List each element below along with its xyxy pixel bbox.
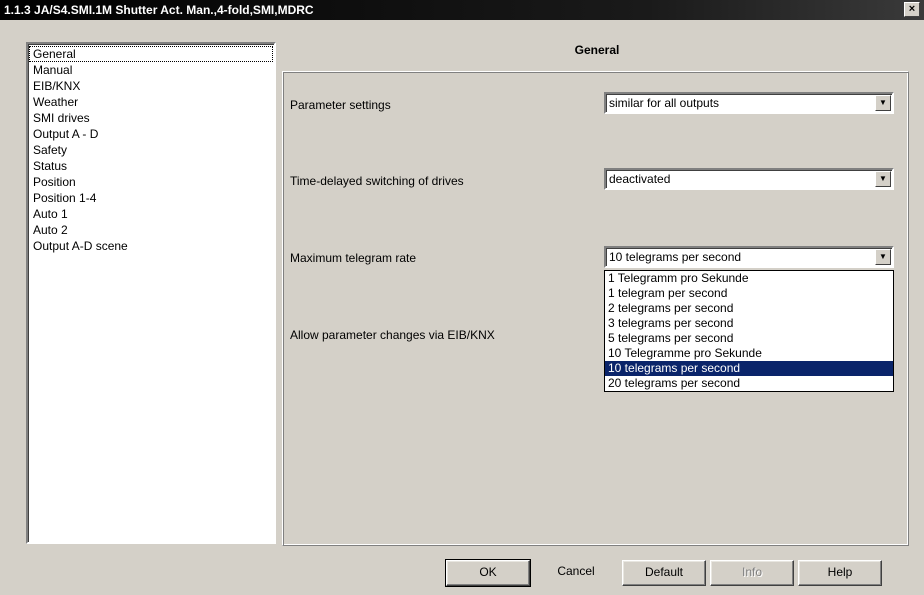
param-label-parameter-settings: Parameter settings bbox=[290, 98, 391, 112]
sidebar-list: General Manual EIB/KNX Weather SMI drive… bbox=[28, 44, 274, 254]
param-label-allow-parameter-changes: Allow parameter changes via EIB/KNX bbox=[290, 328, 495, 342]
param-label-time-delayed-switching: Time-delayed switching of drives bbox=[290, 174, 464, 188]
chevron-down-icon[interactable]: ▼ bbox=[875, 249, 891, 265]
dropdown-option[interactable]: 3 telegrams per second bbox=[605, 316, 893, 331]
sidebar-item-position-1-4[interactable]: Position 1-4 bbox=[28, 190, 274, 206]
window-title: 1.1.3 JA/S4.SMI.1M Shutter Act. Man.,4-f… bbox=[4, 3, 314, 17]
title-bar: 1.1.3 JA/S4.SMI.1M Shutter Act. Man.,4-f… bbox=[0, 0, 924, 20]
info-button[interactable]: Info bbox=[710, 560, 794, 586]
parameter-settings-value: similar for all outputs bbox=[609, 96, 720, 110]
sidebar: General Manual EIB/KNX Weather SMI drive… bbox=[26, 42, 276, 544]
sidebar-item-auto-1[interactable]: Auto 1 bbox=[28, 206, 274, 222]
help-button[interactable]: Help bbox=[798, 560, 882, 586]
param-label-max-telegram-rate: Maximum telegram rate bbox=[290, 251, 417, 265]
chevron-down-icon[interactable]: ▼ bbox=[875, 171, 891, 187]
sidebar-item-eib-knx[interactable]: EIB/KNX bbox=[28, 78, 274, 94]
dropdown-option[interactable]: 20 telegrams per second bbox=[605, 376, 893, 391]
cancel-button[interactable]: Cancel bbox=[534, 560, 618, 586]
time-delayed-switching-select[interactable]: deactivated ▼ bbox=[604, 168, 894, 190]
ok-button[interactable]: OK bbox=[445, 559, 531, 587]
dropdown-option-selected[interactable]: 10 telegrams per second bbox=[605, 361, 893, 376]
telegram-rate-dropdown-list[interactable]: 1 Telegramm pro Sekunde 1 telegram per s… bbox=[604, 270, 894, 392]
dropdown-option[interactable]: 1 Telegramm pro Sekunde bbox=[605, 271, 893, 286]
sidebar-item-weather[interactable]: Weather bbox=[28, 94, 274, 110]
dropdown-option[interactable]: 10 Telegramme pro Sekunde bbox=[605, 346, 893, 361]
sidebar-item-general[interactable]: General bbox=[29, 46, 273, 62]
sidebar-item-manual[interactable]: Manual bbox=[28, 62, 274, 78]
sidebar-item-status[interactable]: Status bbox=[28, 158, 274, 174]
section-title: General bbox=[574, 43, 620, 57]
close-button[interactable]: × bbox=[904, 2, 920, 17]
sidebar-item-output-a-d[interactable]: Output A - D bbox=[28, 126, 274, 142]
sidebar-item-smi-drives[interactable]: SMI drives bbox=[28, 110, 274, 126]
parameter-settings-select[interactable]: similar for all outputs ▼ bbox=[604, 92, 894, 114]
time-delayed-switching-value: deactivated bbox=[609, 172, 671, 186]
sidebar-item-auto-2[interactable]: Auto 2 bbox=[28, 222, 274, 238]
max-telegram-rate-select[interactable]: 10 telegrams per second ▼ bbox=[604, 246, 894, 268]
dropdown-option[interactable]: 5 telegrams per second bbox=[605, 331, 893, 346]
sidebar-item-output-a-d-scene[interactable]: Output A-D scene bbox=[28, 238, 274, 254]
dropdown-option[interactable]: 1 telegram per second bbox=[605, 286, 893, 301]
max-telegram-rate-value: 10 telegrams per second bbox=[609, 250, 742, 264]
chevron-down-icon[interactable]: ▼ bbox=[875, 95, 891, 111]
default-button[interactable]: Default bbox=[622, 560, 706, 586]
sidebar-item-safety[interactable]: Safety bbox=[28, 142, 274, 158]
dropdown-option[interactable]: 2 telegrams per second bbox=[605, 301, 893, 316]
sidebar-item-position[interactable]: Position bbox=[28, 174, 274, 190]
